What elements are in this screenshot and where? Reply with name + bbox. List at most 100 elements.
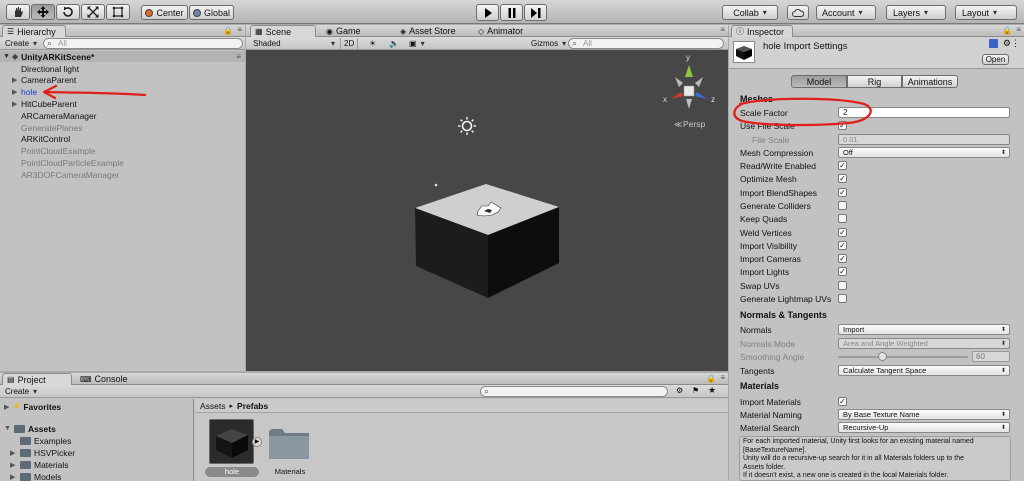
hierarchy-item[interactable]: AR3DOFCameraManager bbox=[0, 169, 119, 180]
tab-game[interactable]: ◉ Game bbox=[322, 25, 367, 37]
breadcrumb-assets[interactable]: Assets bbox=[200, 401, 226, 411]
tab-model[interactable]: Model bbox=[791, 75, 847, 88]
mesh-option-checkbox[interactable]: ✓ bbox=[838, 240, 847, 250]
inspector-menu-icon[interactable]: ≡ bbox=[1016, 25, 1021, 34]
gizmo-center-cube[interactable] bbox=[683, 85, 695, 97]
smoothing-angle-slider-thumb[interactable] bbox=[878, 352, 887, 361]
cloud-button[interactable] bbox=[787, 5, 809, 20]
persp-label[interactable]: Persp bbox=[683, 119, 705, 129]
material-naming-dropdown[interactable]: By Base Texture Name bbox=[838, 409, 1010, 420]
pivot-toggle-button[interactable]: Center bbox=[141, 5, 188, 20]
help-book-icon[interactable] bbox=[989, 39, 998, 48]
filter-label-icon[interactable]: ⚑ bbox=[692, 386, 699, 395]
assets-root-row[interactable]: ▼ Assets bbox=[4, 423, 56, 434]
tab-animator[interactable]: ◇ Animator bbox=[474, 25, 529, 37]
pause-button[interactable] bbox=[500, 4, 523, 21]
expand-closed-icon[interactable]: ▶ bbox=[12, 100, 21, 108]
scale-tool-button[interactable] bbox=[81, 4, 105, 20]
gizmos-dropdown[interactable]: Gizmos bbox=[528, 38, 569, 49]
material-search-dropdown[interactable]: Recursive-Up bbox=[838, 422, 1010, 433]
mesh-compression-dropdown[interactable]: Off bbox=[838, 147, 1010, 158]
tab-console[interactable]: ⌨ Console bbox=[76, 373, 134, 385]
project-panel-menu-icon[interactable]: ≡ bbox=[720, 373, 725, 382]
hierarchy-create-dropdown[interactable]: Create bbox=[2, 38, 40, 49]
project-create-dropdown[interactable]: Create bbox=[2, 386, 40, 397]
hierarchy-search-input[interactable]: All bbox=[43, 38, 243, 49]
move-tool-button[interactable] bbox=[31, 4, 55, 20]
project-folder-item[interactable]: ▶ Models bbox=[10, 471, 61, 481]
audio-toggle[interactable]: 🔈 bbox=[386, 38, 402, 49]
project-search-input[interactable] bbox=[480, 386, 668, 397]
tab-inspector[interactable]: ⓘ Inspector bbox=[731, 25, 793, 37]
hierarchy-item[interactable]: ARKitControl bbox=[0, 134, 70, 145]
tile-play-icon[interactable]: ▶ bbox=[252, 437, 262, 447]
layers-dropdown[interactable]: Layers bbox=[886, 5, 946, 20]
collab-dropdown[interactable]: Collab bbox=[722, 5, 778, 20]
mesh-option-checkbox[interactable] bbox=[838, 214, 847, 224]
effects-dropdown[interactable]: ▣ bbox=[406, 38, 428, 49]
tab-asset-store[interactable]: ◈ Asset Store bbox=[396, 25, 462, 37]
tab-scene[interactable]: ▦ Scene bbox=[250, 25, 316, 37]
hand-tool-button[interactable] bbox=[6, 4, 30, 20]
mesh-option-checkbox[interactable]: ✓ bbox=[838, 174, 847, 184]
expand-closed-icon[interactable]: ▶ bbox=[10, 461, 20, 469]
hierarchy-item[interactable]: PointCloudParticleExample bbox=[0, 157, 124, 168]
layout-dropdown[interactable]: Layout bbox=[955, 5, 1017, 20]
asset-tile-materials[interactable]: Materials bbox=[265, 419, 315, 481]
expand-closed-icon[interactable]: ▶ bbox=[10, 449, 20, 457]
hierarchy-item[interactable]: Directional light bbox=[0, 63, 79, 74]
mesh-option-checkbox[interactable] bbox=[838, 200, 847, 210]
component-menu-icon[interactable]: ⋮ bbox=[1011, 38, 1020, 49]
scene-menu-icon[interactable]: ≡ bbox=[236, 52, 241, 61]
favorites-row[interactable]: ▶ ★ Favorites bbox=[4, 401, 61, 412]
space-toggle-button[interactable]: Global bbox=[189, 5, 234, 20]
scene-root-row[interactable]: ▼ ◆ UnityARKitScene* ≡ bbox=[0, 51, 245, 62]
tab-hierarchy[interactable]: ☰ Hierarchy bbox=[2, 25, 66, 37]
breadcrumb-prefabs[interactable]: Prefabs bbox=[237, 401, 268, 411]
normals-dropdown[interactable]: Import bbox=[838, 324, 1010, 335]
mesh-option-checkbox[interactable] bbox=[838, 280, 847, 290]
rotate-tool-button[interactable] bbox=[56, 4, 80, 20]
favorite-star-icon[interactable]: ★ bbox=[708, 385, 716, 396]
hierarchy-item[interactable]: ARCameraManager bbox=[0, 110, 97, 121]
tangents-dropdown[interactable]: Calculate Tangent Space bbox=[838, 365, 1010, 376]
step-button[interactable] bbox=[524, 4, 547, 21]
filter-type-icon[interactable]: ⚙ bbox=[676, 386, 683, 395]
smoothing-angle-slider-track[interactable] bbox=[838, 356, 968, 358]
mesh-option-checkbox[interactable]: ✓ bbox=[838, 254, 847, 264]
hierarchy-item[interactable]: PointCloudExample bbox=[0, 146, 96, 157]
asset-tile-hole[interactable]: ▶ hole bbox=[205, 419, 262, 481]
tab-project[interactable]: ▤ Project bbox=[2, 373, 72, 385]
project-folder-item[interactable]: Examples bbox=[10, 435, 71, 446]
lock-icon[interactable]: 🔒 bbox=[223, 26, 233, 35]
smoothing-angle-input[interactable]: 60 bbox=[972, 351, 1010, 362]
panel-menu-icon[interactable]: ≡ bbox=[237, 25, 242, 34]
scene-panel-menu-icon[interactable]: ≡ bbox=[720, 25, 725, 34]
mesh-option-checkbox[interactable]: ✓ bbox=[838, 267, 847, 277]
tab-rig[interactable]: Rig bbox=[847, 75, 902, 88]
expand-closed-icon[interactable]: ▶ bbox=[12, 88, 21, 96]
project-folder-item[interactable]: ▶ Materials bbox=[10, 459, 68, 470]
file-scale-input[interactable]: 0.01 bbox=[838, 134, 1010, 145]
project-lock-icon[interactable]: 🔒 bbox=[706, 374, 716, 383]
mesh-option-checkbox[interactable]: ✓ bbox=[838, 161, 847, 170]
account-dropdown[interactable]: Account bbox=[816, 5, 876, 20]
mode-2d-toggle[interactable]: 2D bbox=[340, 38, 359, 49]
normals-mode-dropdown[interactable]: Area and Angle Weighted bbox=[838, 338, 1010, 349]
mesh-option-checkbox[interactable] bbox=[838, 294, 847, 303]
expand-open-icon[interactable]: ▼ bbox=[4, 425, 11, 432]
inspector-lock-icon[interactable]: 🔒 bbox=[1002, 26, 1012, 35]
rect-tool-button[interactable] bbox=[106, 4, 130, 20]
expand-closed-icon[interactable]: ▶ bbox=[4, 403, 9, 411]
mesh-option-checkbox[interactable]: ✓ bbox=[838, 187, 847, 197]
tab-animations[interactable]: Animations bbox=[902, 75, 958, 88]
import-materials-checkbox[interactable]: ✓ bbox=[838, 397, 847, 406]
shading-mode-dropdown[interactable]: Shaded bbox=[250, 38, 338, 49]
scene-viewport[interactable]: y x z ≪ Persp bbox=[246, 51, 728, 371]
hierarchy-item[interactable]: GeneratePlanes bbox=[0, 122, 82, 133]
mesh-option-checkbox[interactable]: ✓ bbox=[838, 227, 847, 237]
project-folder-item[interactable]: ▶ HSVPicker bbox=[10, 447, 75, 458]
expand-closed-icon[interactable]: ▶ bbox=[12, 76, 21, 84]
settings-gear-icon[interactable]: ⚙ bbox=[1003, 38, 1011, 49]
open-button[interactable]: Open bbox=[982, 54, 1009, 65]
